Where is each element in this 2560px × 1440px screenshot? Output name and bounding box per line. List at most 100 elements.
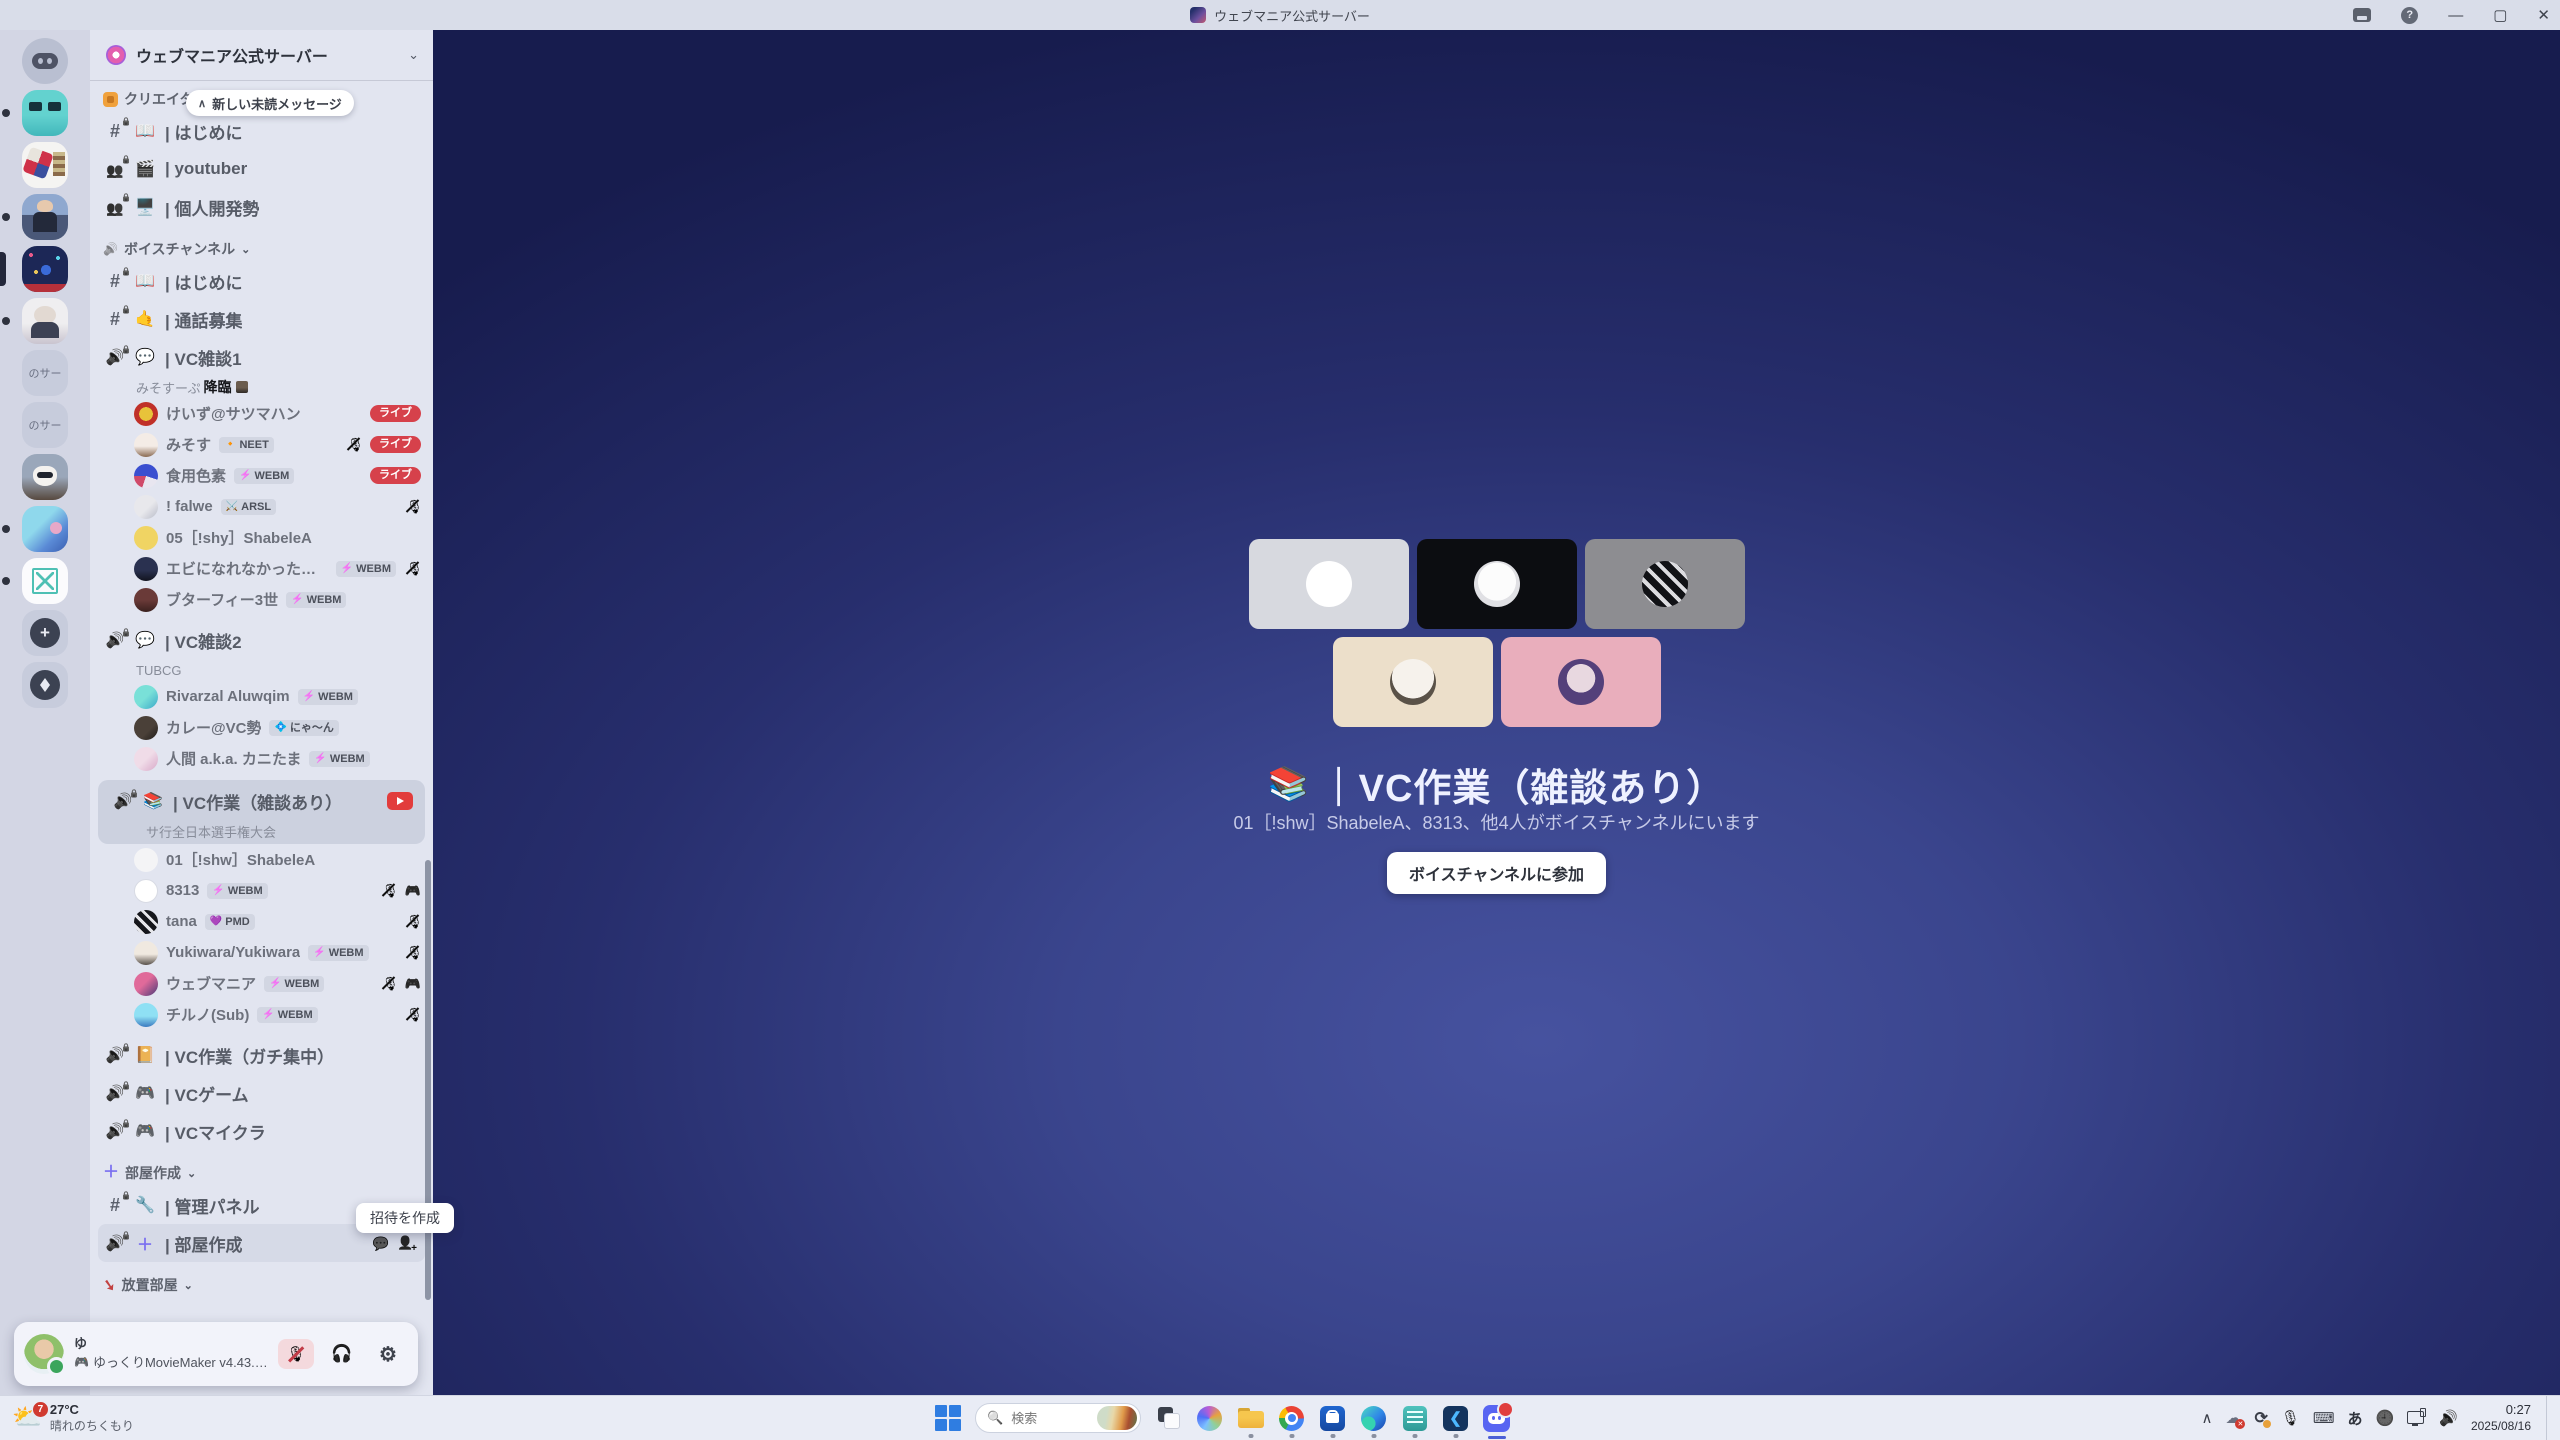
mute-microphone-button[interactable] [278, 1339, 314, 1369]
video-tile-tana[interactable] [1585, 539, 1745, 629]
search-input[interactable] [1009, 1410, 1091, 1427]
network-icon[interactable] [2407, 1410, 2426, 1426]
voice-member[interactable]: ウェブマニア ⚡WEBM [90, 968, 433, 999]
voice-member[interactable]: エビになれなかったかに缶 ⚡WEBM [90, 553, 433, 584]
category-rooms[interactable]: ＋ 部屋作成 ⌄ [90, 1160, 433, 1186]
voice-member[interactable]: けいず@サツマハン ライブ [90, 398, 433, 429]
voice-channel-vczatsudan2[interactable]: 💬 | VC雑談2 [90, 621, 433, 659]
participant-avatar [1558, 659, 1604, 705]
explore-servers-button[interactable] [22, 662, 68, 708]
voice-member[interactable]: Yukiwara/Yukiwara ⚡WEBM [90, 937, 433, 968]
category-voice[interactable]: 🔊 ボイスチャンネル ⌄ [90, 236, 433, 262]
video-tile-8313[interactable] [1417, 539, 1577, 629]
notepad-button[interactable] [1401, 1405, 1428, 1432]
server-rail: のサー のサー + [0, 30, 90, 1396]
discord-taskbar-button[interactable] [1483, 1405, 1510, 1432]
server-icon-cat[interactable] [22, 454, 68, 500]
discord-home-button[interactable] [22, 38, 68, 84]
voice-member[interactable]: 食用色素 ⚡WEBM ライブ [90, 460, 433, 491]
voice-channel-vcgame[interactable]: 🎮 | VCゲーム [90, 1074, 433, 1112]
hidden-icons-chevron[interactable]: ∧ [2201, 1411, 2212, 1426]
clock-widget[interactable]: 0:27 2025/08/16 [2471, 1402, 2531, 1434]
avatar [134, 557, 158, 581]
file-explorer-button[interactable] [1237, 1405, 1264, 1432]
server-icon-teal[interactable] [22, 90, 68, 136]
server-icon-text-2[interactable]: のサー [22, 402, 68, 448]
channel-tsuwabosyu[interactable]: 🤙 | 通話募集 [90, 300, 433, 338]
maximize-button[interactable]: ▢ [2493, 6, 2507, 24]
ime-indicator[interactable]: あ [2348, 1408, 2363, 1429]
voice-member[interactable]: 8313 ⚡WEBM [90, 875, 433, 906]
voice-channel-vcminecraft[interactable]: 🎮 | VCマイクラ [90, 1112, 433, 1150]
sync-icon[interactable]: ⟳ [2254, 1408, 2267, 1428]
voice-channel-vcwork-gachi[interactable]: 📔 | VC作業（ガチ集中） [90, 1036, 433, 1074]
voice-member[interactable]: みそす 🔸NEET ライブ [90, 429, 433, 460]
channel-label: | はじめに [165, 269, 242, 294]
channel-youtuber[interactable]: 🎬 | youtuber [90, 150, 433, 188]
server-icon-suit[interactable] [22, 194, 68, 240]
user-info[interactable]: ゆ 🎮 ゆっくりMovieMaker v4.43.1.0をプレ… [74, 1337, 268, 1371]
clock-tray-icon[interactable]: 🕘 [2376, 1411, 2395, 1426]
youtube-watch-badge[interactable] [387, 792, 413, 810]
edge-button[interactable] [1360, 1405, 1387, 1432]
online-status-dot [47, 1357, 66, 1376]
tray-date: 2025/08/16 [2471, 1419, 2531, 1435]
server-icon-easel[interactable] [22, 558, 68, 604]
voice-member[interactable]: 05［!shy］ShabeleA [90, 522, 433, 553]
voice-channel-vcwork-zatsudan[interactable]: 📚 | VC作業（雑談あり） [100, 782, 423, 820]
minimize-button[interactable]: — [2448, 7, 2463, 24]
touch-keyboard-icon[interactable]: ⌨ [2313, 1411, 2335, 1426]
close-button[interactable]: ✕ [2537, 6, 2550, 24]
server-header[interactable]: ウェブマニア公式サーバー ⌄ [90, 30, 433, 80]
weather-widget[interactable]: ⛅ 7 27°C 晴れのちくもり [12, 1396, 134, 1440]
channel-hajimeni-2[interactable]: 📖 | はじめに [90, 262, 433, 300]
open-chat-icon[interactable] [373, 1233, 389, 1253]
tray-time: 0:27 [2506, 1402, 2531, 1419]
join-voice-button[interactable]: ボイスチャンネルに参加 [1387, 852, 1606, 894]
avatar [134, 433, 158, 457]
voice-member[interactable]: ブターフィー3世 ⚡WEBM [90, 584, 433, 615]
voice-member[interactable]: 01［!shw］ShabeleA [90, 844, 433, 875]
plus-icon: ＋ [103, 1165, 119, 1181]
server-icon-flag[interactable] [22, 142, 68, 188]
code-app-button[interactable]: ❮ [1442, 1405, 1469, 1432]
voice-channel-vczatsudan1[interactable]: 💬 | VC雑談1 [90, 338, 433, 376]
copilot-button[interactable] [1196, 1405, 1223, 1432]
sidebar-scrollbar[interactable] [425, 860, 431, 1300]
user-avatar[interactable] [24, 1334, 64, 1374]
deafen-button[interactable] [324, 1339, 360, 1369]
user-settings-button[interactable] [370, 1339, 406, 1369]
video-tile-yukiwara[interactable] [1333, 637, 1493, 727]
channel-hajimeni-1[interactable]: 📖 | はじめに [90, 112, 433, 150]
server-icon-webmania-active[interactable] [22, 246, 68, 292]
volume-icon[interactable]: 🔊 [2439, 1411, 2458, 1426]
voice-member[interactable]: Rivarzal Aluwqim ⚡WEBM [90, 681, 433, 712]
task-view-button[interactable] [1155, 1405, 1182, 1432]
server-icon-miku[interactable] [22, 506, 68, 552]
voice-member[interactable]: チルノ(Sub) ⚡WEBM [90, 999, 433, 1030]
onedrive-error-icon[interactable]: ☁ [2225, 1408, 2241, 1428]
taskbar-search[interactable]: 🔍 [975, 1403, 1141, 1433]
microphone-tray-icon[interactable]: 🎙 [2281, 1411, 2300, 1426]
video-tile-webmania[interactable] [1501, 637, 1661, 727]
video-tile-shabelea[interactable] [1249, 539, 1409, 629]
microsoft-store-button[interactable] [1319, 1405, 1346, 1432]
start-button[interactable] [934, 1405, 961, 1432]
server-icon-text-1[interactable]: のサー [22, 350, 68, 396]
voice-member[interactable]: tana 💜PMD [90, 906, 433, 937]
voice-member[interactable]: ! falwe ⚔️ARSL [90, 491, 433, 522]
channel-kojinkaihatsu[interactable]: 🖥️ | 個人開発勢 [90, 188, 433, 226]
forum-channel-lock-icon [105, 160, 125, 178]
create-invite-icon[interactable] [397, 1235, 415, 1251]
show-desktop-button[interactable] [2546, 1396, 2552, 1440]
inbox-icon[interactable] [2353, 8, 2371, 22]
voice-member[interactable]: 人間 a.k.a. カニたま ⚡WEBM [90, 743, 433, 774]
server-icon-girl[interactable] [22, 298, 68, 344]
chrome-button[interactable] [1278, 1405, 1305, 1432]
voice-member[interactable]: カレー@VC勢 💠にゃ～ん [90, 712, 433, 743]
add-server-button[interactable]: + [22, 610, 68, 656]
help-icon[interactable]: ? [2401, 7, 2418, 24]
voice-channel-lock-icon [113, 794, 133, 809]
category-idle[interactable]: ➘ 放置部屋 ⌄ [90, 1272, 433, 1298]
new-unread-pill[interactable]: ∧ 新しい未読メッセージ [186, 90, 354, 116]
